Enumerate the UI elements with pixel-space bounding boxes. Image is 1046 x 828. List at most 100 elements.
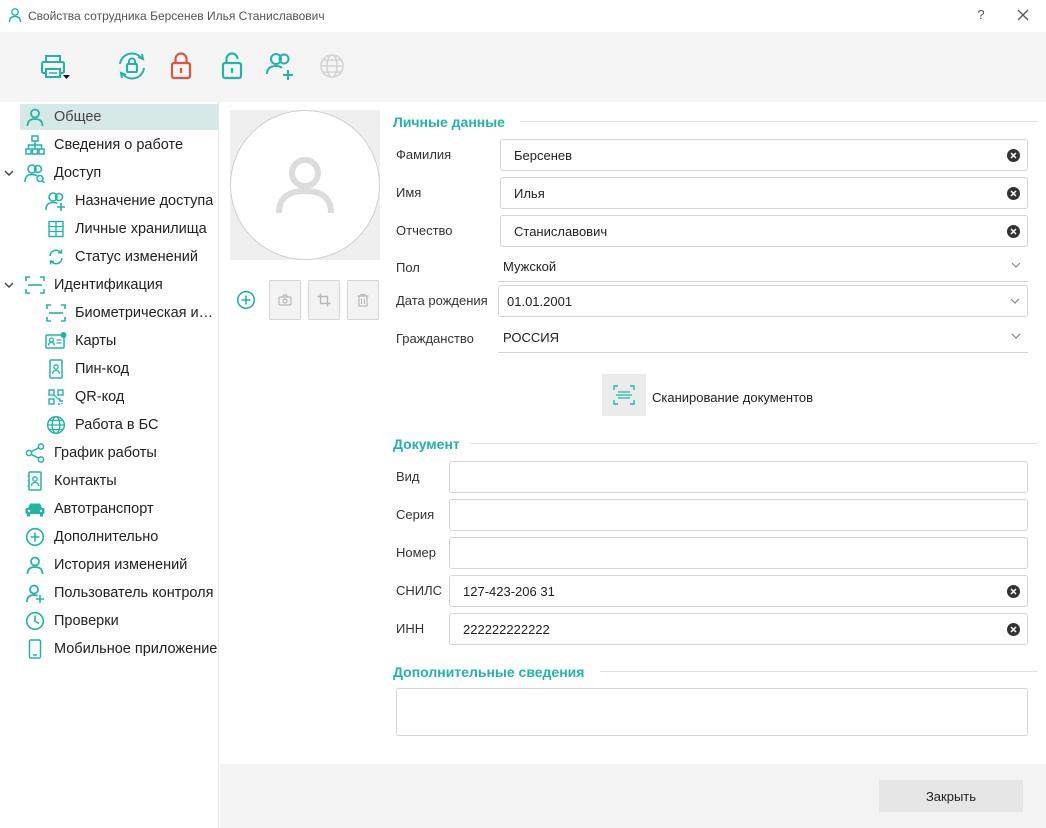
sidebar-item-biometric[interactable]: Биометрическая идентификация bbox=[40, 300, 218, 326]
sidebar-item-label: Дополнительно bbox=[54, 529, 159, 545]
scan-frame-icon bbox=[613, 385, 635, 405]
crop-icon bbox=[317, 293, 331, 307]
sidebar-item-change-status[interactable]: Статус изменений bbox=[40, 244, 218, 270]
chevron-down-icon bbox=[1010, 298, 1020, 304]
sidebar-item-label: Статус изменений bbox=[75, 249, 198, 265]
gender-label: Пол bbox=[396, 260, 420, 275]
doc-number-field[interactable] bbox=[449, 537, 1028, 569]
sidebar-item-access-assignment[interactable]: Назначение доступа bbox=[40, 188, 218, 214]
org-structure-icon bbox=[25, 135, 45, 155]
sidebar-item-label: Пользователь контроля bbox=[54, 585, 214, 601]
take-photo-button[interactable] bbox=[269, 280, 301, 320]
clear-icon[interactable] bbox=[1007, 623, 1020, 636]
scan-documents-label[interactable]: Сканирование документов bbox=[652, 390, 813, 405]
crop-photo-button[interactable] bbox=[308, 280, 340, 320]
doc-type-label: Вид bbox=[396, 469, 420, 484]
personal-data-title: Личные данные bbox=[393, 114, 513, 130]
sidebar-item-label: Автотранспорт bbox=[54, 501, 154, 517]
first-name-field[interactable]: Илья bbox=[500, 177, 1028, 209]
sidebar-item-change-history[interactable]: История изменений bbox=[20, 552, 218, 578]
help-button[interactable]: ? bbox=[974, 7, 988, 22]
sync-lock-button[interactable] bbox=[114, 48, 150, 84]
print-button[interactable] bbox=[36, 48, 72, 84]
users-access-icon bbox=[24, 164, 46, 183]
sidebar-item-label: Пин-код bbox=[75, 361, 130, 377]
sidebar-item-identification[interactable]: Идентификация bbox=[20, 272, 218, 298]
last-name-label: Фамилия bbox=[396, 147, 452, 162]
sidebar-item-personal-storage[interactable]: Личные хранилища bbox=[40, 216, 218, 242]
inn-label: ИНН bbox=[396, 621, 425, 636]
clear-icon[interactable] bbox=[1007, 585, 1020, 598]
contacts-book-icon bbox=[27, 471, 42, 491]
sidebar-item-bs-work[interactable]: Работа в БС bbox=[40, 412, 218, 438]
birth-date-value: 01.01.2001 bbox=[507, 294, 573, 309]
globe-icon bbox=[46, 415, 66, 435]
sidebar-item-general[interactable]: Общее bbox=[20, 104, 218, 130]
middle-name-value: Станиславович bbox=[514, 224, 608, 239]
sidebar-item-work-info[interactable]: Сведения о работе bbox=[20, 132, 218, 158]
sync-lock-icon bbox=[119, 52, 145, 80]
sidebar-item-vehicles[interactable]: Автотранспорт bbox=[20, 496, 218, 522]
sidebar-item-access[interactable]: Доступ bbox=[20, 160, 218, 186]
add-user-button[interactable] bbox=[263, 48, 299, 84]
sidebar-item-label: Доступ bbox=[54, 165, 102, 181]
biometric-scan-icon bbox=[46, 304, 66, 322]
snils-field[interactable]: 127-423-206 31 bbox=[449, 575, 1028, 607]
lock-open-icon bbox=[221, 52, 243, 80]
birth-date-picker[interactable]: 01.01.2001 bbox=[498, 285, 1028, 317]
section-divider bbox=[600, 671, 1038, 672]
doc-type-field[interactable] bbox=[449, 461, 1028, 493]
dialog-footer: Закрыть bbox=[220, 764, 1046, 828]
sidebar-item-contacts[interactable]: Контакты bbox=[20, 468, 218, 494]
sidebar-item-schedule[interactable]: График работы bbox=[20, 440, 218, 466]
qr-code-icon bbox=[48, 389, 64, 405]
refresh-icon bbox=[49, 249, 63, 265]
first-name-label: Имя bbox=[396, 185, 422, 200]
photo-area bbox=[230, 110, 380, 260]
sidebar-item-mobile-app[interactable]: Мобильное приложение bbox=[20, 636, 218, 662]
sidebar-item-control-user[interactable]: Пользователь контроля bbox=[20, 580, 218, 606]
snils-label: СНИЛС bbox=[396, 583, 443, 598]
citizenship-select[interactable]: РОССИЯ bbox=[498, 321, 1028, 353]
chevron-down-icon[interactable] bbox=[3, 167, 15, 179]
add-user-icon bbox=[266, 53, 293, 80]
snils-value: 127-423-206 31 bbox=[463, 584, 555, 599]
avatar[interactable] bbox=[230, 110, 380, 260]
clear-icon[interactable] bbox=[1007, 225, 1020, 238]
scan-documents-button[interactable] bbox=[602, 374, 646, 416]
doc-series-field[interactable] bbox=[449, 499, 1028, 531]
clear-icon[interactable] bbox=[1007, 187, 1020, 200]
first-name-value: Илья bbox=[514, 186, 545, 201]
close-button[interactable]: Закрыть bbox=[879, 780, 1023, 812]
gender-select[interactable]: Мужской bbox=[498, 250, 1028, 282]
general-panel: Личные данные Фамилия Берсенев Имя Илья … bbox=[220, 102, 1046, 764]
sidebar-item-pin-code[interactable]: Пин-код bbox=[40, 356, 218, 382]
web-access-button bbox=[314, 48, 350, 84]
unlock-button[interactable] bbox=[214, 48, 250, 84]
user-placeholder-icon bbox=[276, 157, 334, 214]
additional-info-textarea[interactable] bbox=[396, 688, 1028, 736]
document-title: Документ bbox=[393, 436, 468, 452]
chevron-down-icon[interactable] bbox=[3, 279, 15, 291]
middle-name-field[interactable]: Станиславович bbox=[500, 215, 1028, 247]
close-icon[interactable] bbox=[1016, 8, 1030, 22]
sidebar-item-cards[interactable]: Карты bbox=[40, 328, 218, 354]
citizenship-label: Гражданство bbox=[396, 331, 474, 346]
sidebar-item-checks[interactable]: Проверки bbox=[20, 608, 218, 634]
sidebar-item-additional[interactable]: Дополнительно bbox=[20, 524, 218, 550]
user-history-icon bbox=[26, 556, 44, 575]
delete-photo-button[interactable] bbox=[347, 280, 379, 320]
add-photo-icon[interactable] bbox=[236, 290, 256, 310]
mobile-phone-icon bbox=[28, 639, 42, 659]
gender-value: Мужской bbox=[503, 259, 557, 274]
clock-icon bbox=[25, 611, 45, 631]
scan-frame-icon bbox=[25, 276, 45, 294]
clear-icon[interactable] bbox=[1007, 149, 1020, 162]
middle-name-label: Отчество bbox=[396, 223, 453, 238]
section-divider bbox=[520, 121, 1038, 122]
citizenship-value: РОССИЯ bbox=[503, 330, 560, 345]
lock-button[interactable] bbox=[163, 48, 199, 84]
inn-field[interactable]: 222222222222 bbox=[449, 613, 1028, 645]
sidebar-item-qr-code[interactable]: QR-код bbox=[40, 384, 218, 410]
last-name-field[interactable]: Берсенев bbox=[500, 139, 1028, 171]
